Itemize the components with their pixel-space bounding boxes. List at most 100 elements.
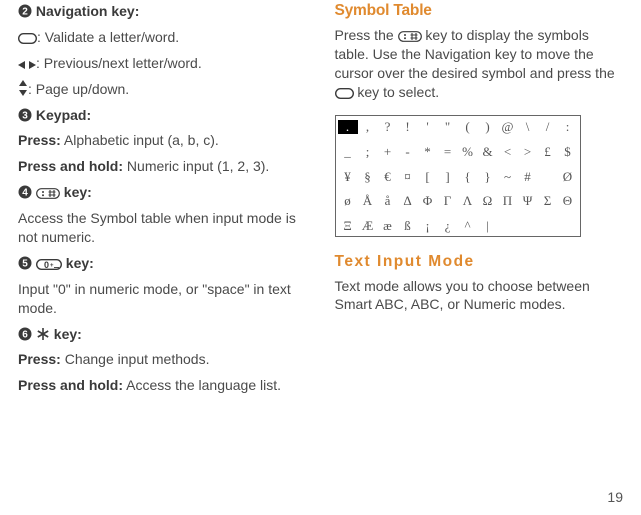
keypad-press-line: Press: Alphabetic input (a, b, c). [18, 131, 307, 150]
symbol-cell: Ω [478, 194, 498, 207]
symbol-cell: Æ [358, 219, 378, 232]
symbol-cell: ^ [458, 219, 478, 232]
symbol-cell: æ [378, 219, 398, 232]
symbol-cell: Ø [558, 170, 578, 183]
hash-key-body: Access the Symbol table when input mode … [18, 209, 307, 247]
svg-text:0: 0 [44, 260, 49, 270]
circled-6-icon: 6 [18, 327, 32, 341]
symbol-cell [538, 219, 558, 232]
symbol-cell [558, 219, 578, 232]
circled-4-icon: 4 [18, 185, 32, 199]
symbol-cell: Θ [558, 194, 578, 207]
symbol-cell: ¥ [338, 170, 358, 183]
keypad-heading: 3 Keypad: [18, 106, 307, 125]
nav-validate-line: : Validate a letter/word. [18, 28, 307, 47]
svg-text:2: 2 [22, 7, 28, 18]
text-input-mode-para: Text mode allows you to choose between S… [335, 277, 624, 315]
symbol-cell: & [478, 145, 498, 158]
table-row: . , ? ! ' " ( ) @ \ / : [338, 120, 578, 134]
symbol-cell: ¡ [418, 219, 438, 232]
symbol-cell: Φ [418, 194, 438, 207]
symbol-cell: ( [458, 120, 478, 134]
symbol-cell: \ [518, 120, 538, 134]
symbol-cell: ; [358, 145, 378, 158]
oval-key-icon [335, 88, 354, 99]
navkey-heading: 2 Navigation key: [18, 2, 307, 21]
symbol-cell: @ [498, 120, 518, 134]
symbol-cell: € [378, 170, 398, 183]
hash-key-icon [36, 188, 60, 199]
symbol-cell: Π [498, 194, 518, 207]
symbol-cell: Å [358, 194, 378, 207]
table-row: ¥ § € ¤ [ ] { } ~ # Ø [338, 170, 578, 183]
star-press-line: Press: Change input methods. [18, 350, 307, 369]
symbol-cell: å [378, 194, 398, 207]
circled-3-icon: 3 [18, 108, 32, 122]
symbol-cell: Ξ [338, 219, 358, 232]
symbol-table-para: Press the key to display the symbols tab… [335, 26, 624, 102]
symbol-cell: < [498, 145, 518, 158]
symbol-cell: ø [338, 194, 358, 207]
symbol-cell: ' [418, 120, 438, 134]
symbol-cell: } [478, 170, 498, 183]
keypad-hold-line: Press and hold: Numeric input (1, 2, 3). [18, 157, 307, 176]
table-row: Ξ Æ æ ß ¡ ¿ ^ | [338, 219, 578, 232]
symbol-cell: | [478, 219, 498, 232]
zero-key-body: Input "0" in numeric mode, or "space" in… [18, 280, 307, 318]
circled-5-icon: 5 [18, 256, 32, 270]
up-down-arrows-icon [18, 80, 28, 96]
symbol-cell: ] [438, 170, 458, 183]
symbol-cell: # [518, 170, 538, 183]
svg-text:+: + [50, 263, 54, 269]
symbol-cell: Ψ [518, 194, 538, 207]
symbol-cell-cursor: . [338, 120, 358, 134]
symbol-cell: $ [558, 145, 578, 158]
symbol-cell: _ [338, 145, 358, 158]
symbol-cell: * [418, 145, 438, 158]
circled-2-icon: 2 [18, 4, 32, 18]
symbol-cell: - [398, 145, 418, 158]
symbol-cell: + [378, 145, 398, 158]
zero-key-icon: 0+ [36, 259, 62, 270]
nav-prevnext-line: : Previous/next letter/word. [18, 54, 307, 73]
symbol-cell: ? [378, 120, 398, 134]
symbol-cell: Λ [458, 194, 478, 207]
symbol-cell: Δ [398, 194, 418, 207]
symbol-cell [518, 219, 538, 232]
page-number: 19 [607, 489, 623, 505]
zero-key-heading: 5 0+ key: [18, 254, 307, 273]
svg-text:4: 4 [22, 188, 28, 199]
symbol-cell: % [458, 145, 478, 158]
symbol-cell [498, 219, 518, 232]
symbol-cell: > [518, 145, 538, 158]
table-row: ø Å å Δ Φ Γ Λ Ω Π Ψ Σ Θ [338, 194, 578, 207]
text-input-mode-title: Text Input Mode [335, 253, 624, 271]
symbol-cell: Σ [538, 194, 558, 207]
symbol-table-title: Symbol Table [335, 2, 624, 20]
star-key-icon [36, 327, 50, 341]
symbol-cell: : [558, 120, 578, 134]
oval-key-icon [18, 33, 37, 44]
symbol-cell: £ [538, 145, 558, 158]
svg-text:3: 3 [22, 110, 28, 121]
symbol-cell: ¤ [398, 170, 418, 183]
left-right-arrows-icon [18, 60, 36, 70]
symbol-cell: Γ [438, 194, 458, 207]
symbol-cell: = [438, 145, 458, 158]
symbol-cell: ß [398, 219, 418, 232]
symbol-table-grid: . , ? ! ' " ( ) @ \ / : _ ; + - * = % [335, 115, 581, 237]
symbol-cell: § [358, 170, 378, 183]
symbol-cell: [ [418, 170, 438, 183]
symbol-cell: ! [398, 120, 418, 134]
symbol-cell: { [458, 170, 478, 183]
svg-text:5: 5 [22, 258, 28, 269]
symbol-cell: , [358, 120, 378, 134]
table-row: _ ; + - * = % & < > £ $ [338, 145, 578, 158]
symbol-cell: " [438, 120, 458, 134]
symbol-cell: ¿ [438, 219, 458, 232]
symbol-cell: ~ [498, 170, 518, 183]
star-hold-line: Press and hold: Access the language list… [18, 376, 307, 395]
svg-text:6: 6 [22, 329, 28, 340]
symbol-cell: / [538, 120, 558, 134]
star-key-heading: 6 key: [18, 325, 307, 344]
